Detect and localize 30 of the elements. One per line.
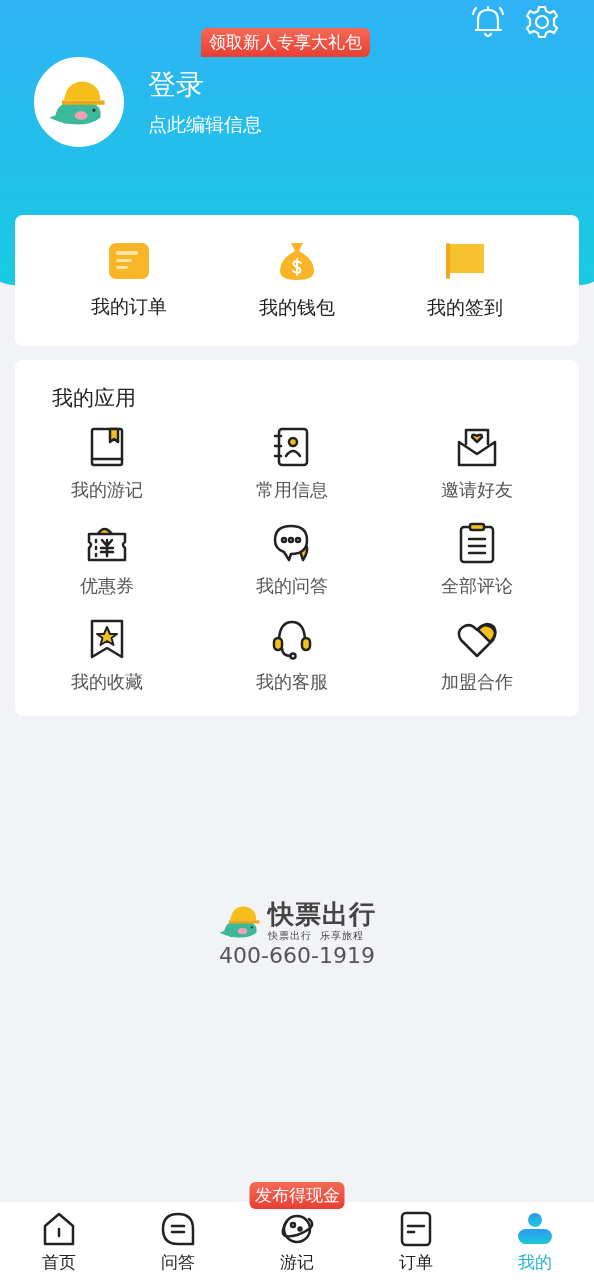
reward-badge: 发布得现金 [249,1182,345,1209]
app-shortcut[interactable]: 我的客服 [199,618,385,694]
promo-badge[interactable]: 领取新人专享大礼包 [201,28,370,57]
app-shortcut[interactable]: 我的收藏 [15,618,200,694]
person-icon [516,1211,553,1247]
app-shortcut[interactable]: 全部评论 [384,522,569,598]
order-icon [108,241,150,280]
brand-slogan: 快票出行 乐享旅程 [268,928,366,943]
quick-link[interactable]: 我的钱包 [259,240,335,321]
envelope-heart-icon [455,426,498,468]
notification-icon[interactable] [470,4,506,40]
app-shortcut[interactable]: 我的问答 [199,522,385,598]
quick-link[interactable]: 我的签到 [427,240,503,321]
phone-number: 400-660-1919 [219,942,375,968]
tab[interactable]: 订单 [356,1202,476,1280]
tab[interactable]: 问答 [118,1202,238,1280]
headset-icon [271,618,313,660]
quick-link[interactable]: 我的订单 [91,241,167,320]
app-shortcut[interactable]: 加盟合作 [384,618,569,694]
money-bag-icon [278,240,316,281]
app-shortcut[interactable]: 常用信息 [199,426,385,502]
app-shortcut[interactable]: 邀请好友 [384,426,569,502]
tab[interactable]: 首页 [0,1202,119,1280]
chat-icon [160,1211,197,1247]
brand-name: 快票出行 [268,900,376,929]
settings-icon[interactable] [524,4,560,40]
app-shortcut[interactable]: 我的游记 [15,426,200,502]
section-title: 我的应用 [52,385,137,412]
app-shortcut[interactable]: 优惠券 [15,522,200,598]
flag-icon [444,240,486,281]
